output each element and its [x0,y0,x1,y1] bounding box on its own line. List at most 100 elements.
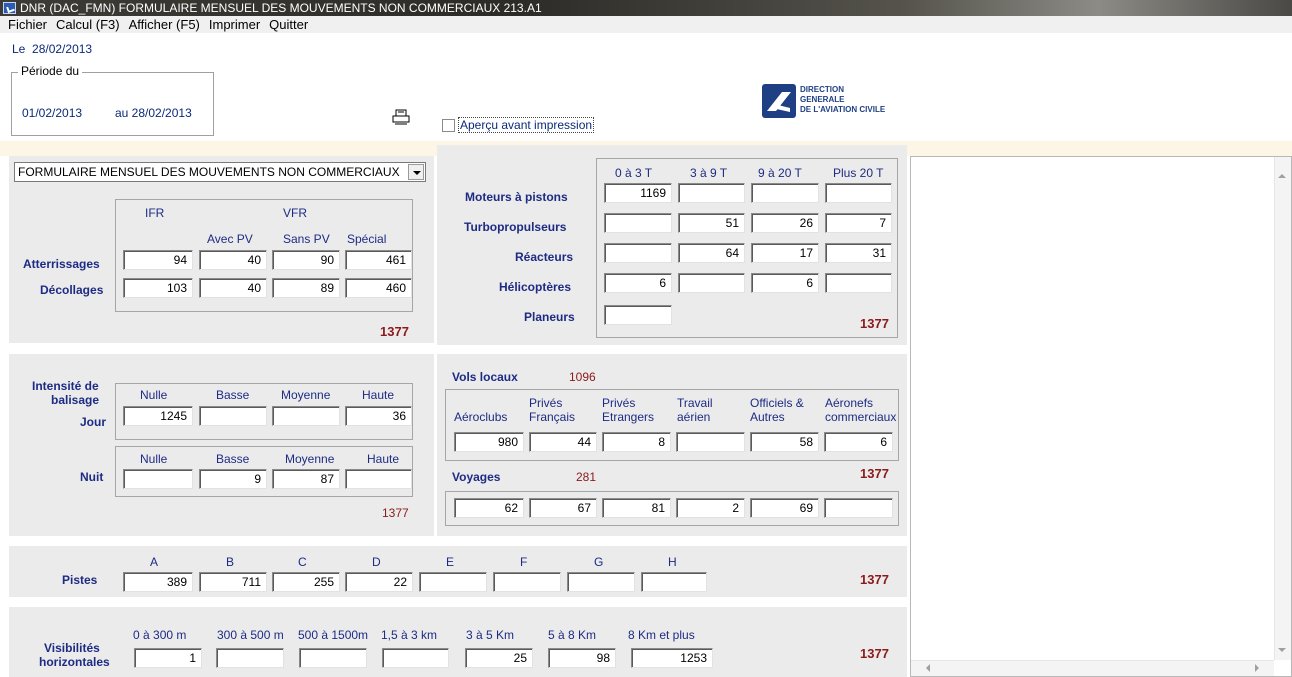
vertical-scrollbar[interactable] [1274,157,1291,660]
nuit-nulle[interactable] [123,469,193,489]
planeurs-0-3t[interactable] [604,305,672,325]
turbo-plus-20t[interactable]: 7 [825,213,892,233]
turbo-9-20t[interactable]: 26 [751,213,819,233]
voyages-prives-etrangers[interactable]: 81 [602,498,671,518]
vis-5-8[interactable]: 98 [548,648,616,668]
jour-basse[interactable] [199,406,267,426]
col-special: Spécial [347,232,387,246]
pistons-0-3t[interactable]: 1169 [604,183,672,203]
ifr-label: IFR [145,206,165,220]
vis-500-1500[interactable] [299,648,367,668]
visibilites-total: 1377 [860,646,889,661]
aeronefs-total: 1377 [860,316,889,331]
piste-h[interactable] [641,572,707,592]
apercu-label[interactable]: Aperçu avant impression [458,117,595,133]
jour-haute[interactable]: 36 [345,406,412,426]
decollages-special[interactable]: 460 [345,278,412,298]
reacteurs-0-3t[interactable] [604,243,672,263]
scroll-down-icon[interactable] [1278,648,1286,652]
vis-0-300[interactable]: 1 [134,648,202,668]
piste-d[interactable]: 22 [345,572,413,592]
piste-c[interactable]: 255 [272,572,340,592]
periode-from[interactable]: 01/02/2013 [22,106,82,120]
col-prives-etrangers: Privés Etrangers [602,396,655,424]
voyages-label: Voyages [452,470,501,484]
helicopteres-0-3t[interactable]: 6 [604,273,672,293]
nuit-moyenne[interactable]: 87 [272,469,340,489]
scroll-up-icon[interactable] [1278,174,1286,178]
results-pane[interactable] [910,156,1292,677]
scroll-left-icon[interactable] [926,664,930,672]
reacteurs-9-20t[interactable]: 17 [751,243,819,263]
locaux-officiels-autres[interactable]: 58 [750,432,819,452]
piste-e[interactable] [419,572,487,592]
nuit-basse[interactable]: 9 [199,469,267,489]
turbo-3-9t[interactable]: 51 [678,213,745,233]
pistons-plus-20t[interactable] [825,183,892,203]
menu-calcul[interactable]: Calcul (F3) [56,16,120,33]
pistons-3-9t[interactable] [678,183,745,203]
piste-g[interactable] [567,572,635,592]
col-aeronefs-commerciaux: Aéronefs commerciaux [825,396,897,424]
formulaire-select[interactable]: FORMULAIRE MENSUEL DES MOUVEMENTS NON CO… [14,162,426,182]
locaux-prives-etrangers[interactable]: 8 [602,432,671,452]
menu-imprimer[interactable]: Imprimer [209,16,260,33]
atterrissages-avec-pv[interactable]: 40 [199,250,267,270]
helicopteres-plus-20t[interactable] [825,273,892,293]
decollages-ifr[interactable]: 103 [123,278,193,298]
vis-300-500[interactable] [216,648,284,668]
turbo-0-3t[interactable] [604,213,672,233]
reacteurs-3-9t[interactable]: 64 [678,243,745,263]
locaux-aeroclubs[interactable]: 980 [454,432,524,452]
voyages-aeronefs-commerciaux[interactable] [824,498,893,518]
periode-to[interactable]: au 28/02/2013 [115,106,192,120]
menu-afficher[interactable]: Afficher (F5) [129,16,200,33]
menu-fichier[interactable]: Fichier [8,16,47,33]
vis-1-5-3[interactable] [382,648,449,668]
piste-b[interactable]: 711 [199,572,267,592]
helicopteres-9-20t[interactable]: 6 [751,273,819,293]
locaux-travail-aerien[interactable] [676,432,745,452]
piste-col-f: F [520,555,528,569]
menu-quitter[interactable]: Quitter [269,16,308,33]
locaux-aeronefs-commerciaux[interactable]: 6 [824,432,893,452]
apercu-checkbox[interactable] [442,119,455,132]
piste-f[interactable] [493,572,561,592]
jour-nulle[interactable]: 1245 [123,406,193,426]
atterrissages-sans-pv[interactable]: 90 [272,250,340,270]
turbo-label: Turbopropulseurs [464,220,567,234]
pistes-total: 1377 [860,572,889,587]
horizontal-scrollbar[interactable] [911,660,1274,676]
voyages-total: 281 [576,470,597,484]
printer-icon[interactable] [392,109,410,125]
locaux-prives-francais[interactable]: 44 [529,432,597,452]
nuit-label: Nuit [80,470,104,484]
reacteurs-plus-20t[interactable]: 31 [825,243,892,263]
col-9-20t: 9 à 20 T [758,166,802,180]
periode-label: Période du [18,64,83,78]
vis-8-plus[interactable]: 1253 [631,648,713,668]
voyages-aeroclubs[interactable]: 62 [454,498,524,518]
vols-locaux-label: Vols locaux [452,370,518,384]
col-travail-aerien: Travail aérien [677,396,713,424]
window-title-bar: DNR (DAC_FMN) FORMULAIRE MENSUEL DES MOU… [0,0,1292,16]
piste-a[interactable]: 389 [123,572,193,592]
chevron-down-icon[interactable] [408,164,424,180]
helicopteres-3-9t[interactable] [678,273,745,293]
atterrissages-ifr[interactable]: 94 [123,250,193,270]
vols-locaux-total: 1096 [569,370,596,384]
vis-col-0-300: 0 à 300 m [133,628,187,642]
atterrissages-special[interactable]: 461 [345,250,412,270]
piste-col-a: A [150,555,159,569]
vis-3-5[interactable]: 25 [465,648,533,668]
helicopteres-label: Hélicoptères [499,280,572,294]
voyages-travail-aerien[interactable]: 2 [676,498,745,518]
voyages-officiels-autres[interactable]: 69 [750,498,819,518]
nuit-haute[interactable] [345,469,412,489]
jour-moyenne[interactable] [272,406,340,426]
scroll-right-icon[interactable] [1255,664,1259,672]
decollages-avec-pv[interactable]: 40 [199,278,267,298]
voyages-prives-francais[interactable]: 67 [529,498,597,518]
pistons-9-20t[interactable] [751,183,819,203]
decollages-sans-pv[interactable]: 89 [272,278,340,298]
